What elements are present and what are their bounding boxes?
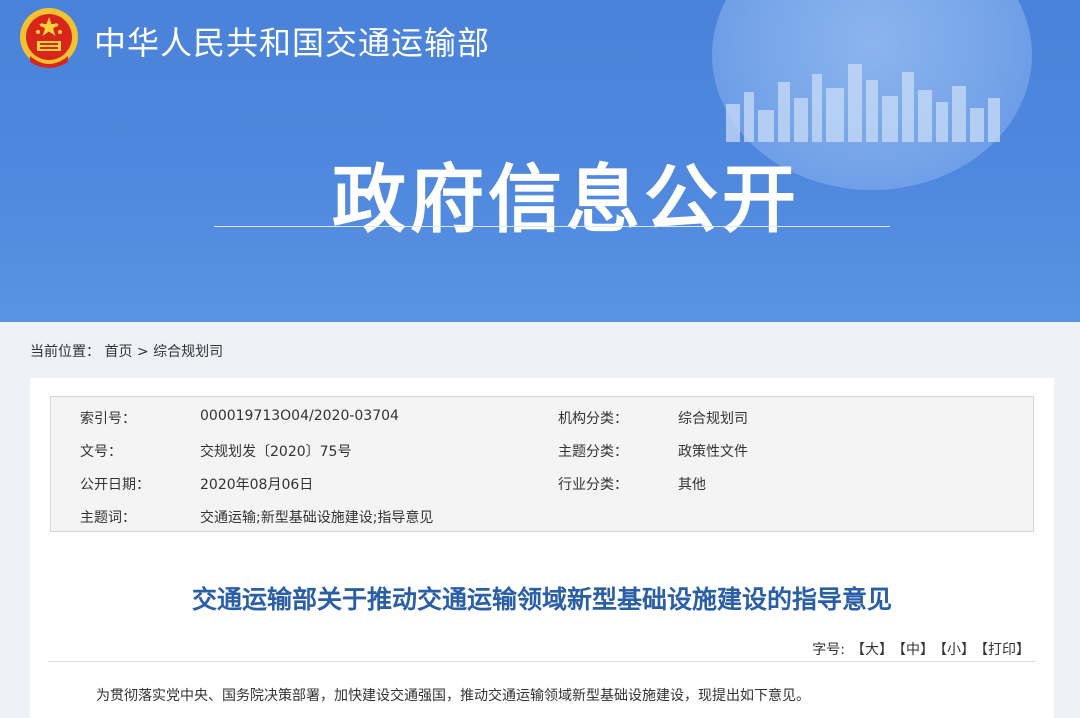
font-medium-button[interactable]: 【中】 — [899, 642, 934, 658]
metadata-table: 索引号： 000019713O04/2020-03704 机构分类： 综合规划司… — [50, 396, 1034, 532]
publish-date-value: 2020年08月06日 — [200, 477, 314, 493]
breadcrumb-current-link[interactable]: 综合规划司 — [153, 344, 223, 360]
topic-category-label: 主题分类： — [558, 444, 628, 460]
subject-terms-value: 交通运输;新型基础设施建设;指导意见 — [200, 510, 434, 526]
font-size-label: 字号: — [812, 642, 845, 658]
index-number-value: 000019713O04/2020-03704 — [200, 408, 399, 424]
document-number-label: 文号： — [80, 444, 122, 460]
header-banner: 中华人民共和国交通运输部 政府信息公开 — [0, 0, 1080, 322]
content-divider — [48, 661, 1036, 662]
article-paragraph: 为贯彻落实党中央、国务院决策部署，加快建设交通强国，推动交通运输领域新型基础设施… — [96, 688, 810, 704]
index-number-label: 索引号： — [80, 411, 136, 427]
city-skyline-icon — [726, 64, 1000, 142]
agency-category-label: 机构分类： — [558, 411, 628, 427]
breadcrumb-home-link[interactable]: 首页 — [104, 344, 132, 360]
print-button[interactable]: 【打印】 — [981, 642, 1030, 658]
banner-title: 政府信息公开 — [332, 157, 800, 243]
subject-terms-label: 主题词： — [80, 510, 136, 526]
industry-category-label: 行业分类： — [558, 477, 628, 493]
breadcrumb: 当前位置： 首页 > 综合规划司 — [30, 341, 223, 361]
font-size-controls: 字号: 【大】 【中】 【小】 【打印】 — [812, 639, 1030, 659]
content-card: 索引号： 000019713O04/2020-03704 机构分类： 综合规划司… — [30, 378, 1054, 718]
font-small-button[interactable]: 【小】 — [940, 642, 975, 658]
national-emblem-icon — [20, 8, 78, 68]
industry-category-value: 其他 — [678, 477, 706, 493]
publish-date-label: 公开日期： — [80, 477, 150, 493]
banner-underline — [214, 226, 890, 227]
font-large-button[interactable]: 【大】 — [851, 642, 893, 658]
breadcrumb-prefix: 当前位置： — [30, 344, 100, 360]
ministry-name[interactable]: 中华人民共和国交通运输部 — [94, 18, 490, 64]
breadcrumb-separator: > — [136, 344, 149, 360]
document-number-value: 交规划发〔2020〕75号 — [200, 444, 352, 460]
article-title: 交通运输部关于推动交通运输领域新型基础设施建设的指导意见 — [191, 585, 892, 614]
agency-category-value: 综合规划司 — [678, 411, 748, 427]
topic-category-value: 政策性文件 — [678, 444, 748, 460]
